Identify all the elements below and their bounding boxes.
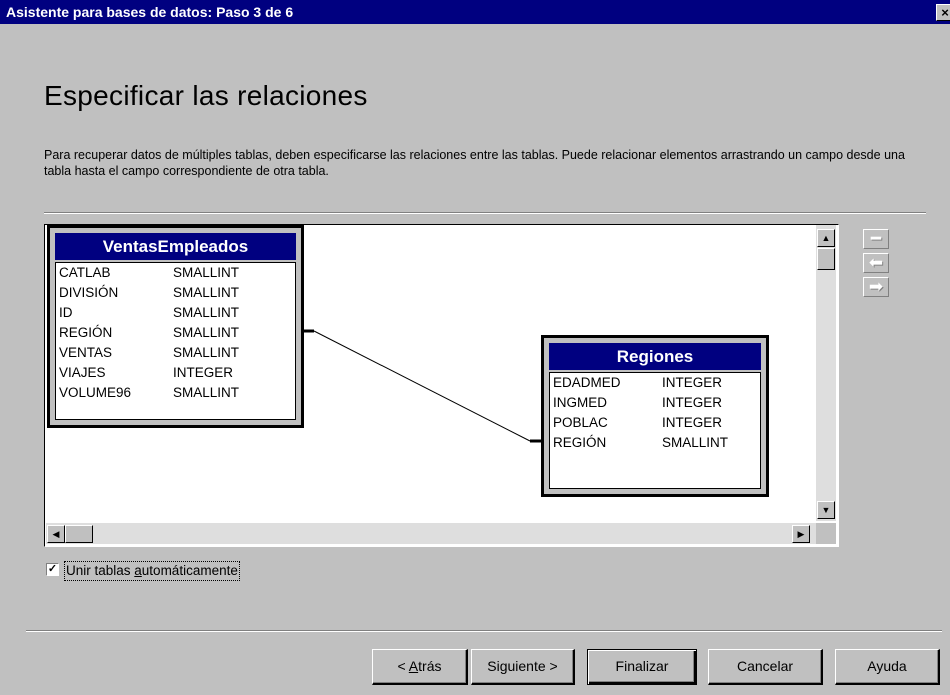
horizontal-scroll-thumb[interactable] [65,525,93,543]
field-row[interactable]: VIAJES INTEGER [56,363,295,383]
field-name: DIVISIÓN [59,285,119,300]
field-row[interactable]: VENTAS SMALLINT [56,343,295,363]
field-name: VIAJES [59,365,106,380]
field-type: INTEGER [662,395,723,410]
field-type: SMALLINT [173,385,240,400]
field-row[interactable]: EDADMED INTEGER [550,373,760,393]
field-row[interactable]: REGIÓN SMALLINT [550,433,760,453]
field-list: CATLAB SMALLINT DIVISIÓN SMALLINT ID SMALLI… [55,262,296,420]
scroll-down-button[interactable]: ▼ [817,501,835,519]
field-row[interactable]: CATLAB SMALLINT [56,263,295,283]
field-name: VENTAS [59,345,113,360]
next-button[interactable]: Siguiente > [471,649,575,685]
minus-icon: ━ [870,229,882,248]
field-type: SMALLINT [173,305,240,320]
label-text: utomáticamente [141,563,238,578]
field-list: EDADMED INTEGER INGMED INTEGER POBLAC INTEG… [549,372,761,489]
field-name: POBLAC [553,415,608,430]
horizontal-scrollbar[interactable]: ◀ ▶ [46,523,816,544]
top-divider [44,212,926,214]
cancel-button[interactable]: Cancelar [708,649,823,685]
close-icon: × [941,5,949,20]
field-row[interactable]: VOLUME96 SMALLINT [56,383,295,403]
window-title: Asistente para bases de datos: Paso 3 de… [6,4,294,20]
field-row[interactable]: INGMED INTEGER [550,393,760,413]
table-card-ventasempleados[interactable]: VentasEmpleados CATLAB SMALLINT DIVISIÓN S… [47,225,304,428]
page-title: Especificar las relaciones [44,80,368,111]
auto-join-label[interactable]: Unir tablas automáticamente [64,561,240,581]
field-row[interactable]: ID SMALLINT [56,303,295,323]
remove-relationship-button[interactable]: ━ [863,229,889,249]
back-button[interactable]: < Atrás [372,649,468,685]
field-name: EDADMED [553,375,621,390]
bottom-divider [26,630,942,632]
scroll-right-button[interactable]: ▶ [792,525,810,543]
field-type: INTEGER [173,365,234,380]
table-card-regiones[interactable]: Regiones EDADMED INTEGER INGMED INTEGER PO… [541,335,769,497]
field-type: SMALLINT [173,285,240,300]
button-accelerator: A [408,658,419,674]
field-type: SMALLINT [173,325,240,340]
scroll-corner [816,523,836,544]
field-type: SMALLINT [173,265,240,280]
field-name: INGMED [553,395,607,410]
field-type: SMALLINT [662,435,729,450]
move-left-button[interactable]: ⬅ [863,253,889,273]
field-row[interactable]: POBLAC INTEGER [550,413,760,433]
scroll-up-button[interactable]: ▲ [817,229,835,247]
field-name: REGIÓN [59,325,113,340]
arrow-right-icon: ➡ [868,277,884,296]
scroll-left-button[interactable]: ◀ [47,525,65,543]
field-name: CATLAB [59,265,111,280]
vertical-scroll-thumb[interactable] [817,248,835,270]
field-name: ID [59,305,73,320]
help-button[interactable]: Ayuda [835,649,940,685]
move-right-button[interactable]: ➡ [863,277,889,297]
field-row[interactable]: REGIÓN SMALLINT [56,323,295,343]
field-type: INTEGER [662,415,723,430]
title-bar: Asistente para bases de datos: Paso 3 de… [0,0,950,24]
table-title[interactable]: VentasEmpleados [55,233,296,260]
button-text: < [397,658,409,674]
field-name: VOLUME96 [59,385,132,400]
label-accelerator: a [134,563,142,578]
vertical-scrollbar[interactable]: ▲ ▼ [816,225,836,521]
button-text: trás [418,658,442,674]
field-name: REGIÓN [553,435,607,450]
label-text: Unir tablas [66,563,135,578]
field-type: SMALLINT [173,345,240,360]
close-button[interactable]: × [936,4,950,21]
field-row[interactable]: DIVISIÓN SMALLINT [56,283,295,303]
table-title[interactable]: Regiones [549,343,761,370]
arrow-left-icon: ⬅ [868,253,884,272]
page-description: Para recuperar datos de múltiples tablas… [44,148,905,178]
field-type: INTEGER [662,375,723,390]
finish-button[interactable]: Finalizar [587,649,697,685]
auto-join-checkbox[interactable]: ✓ [46,563,59,576]
